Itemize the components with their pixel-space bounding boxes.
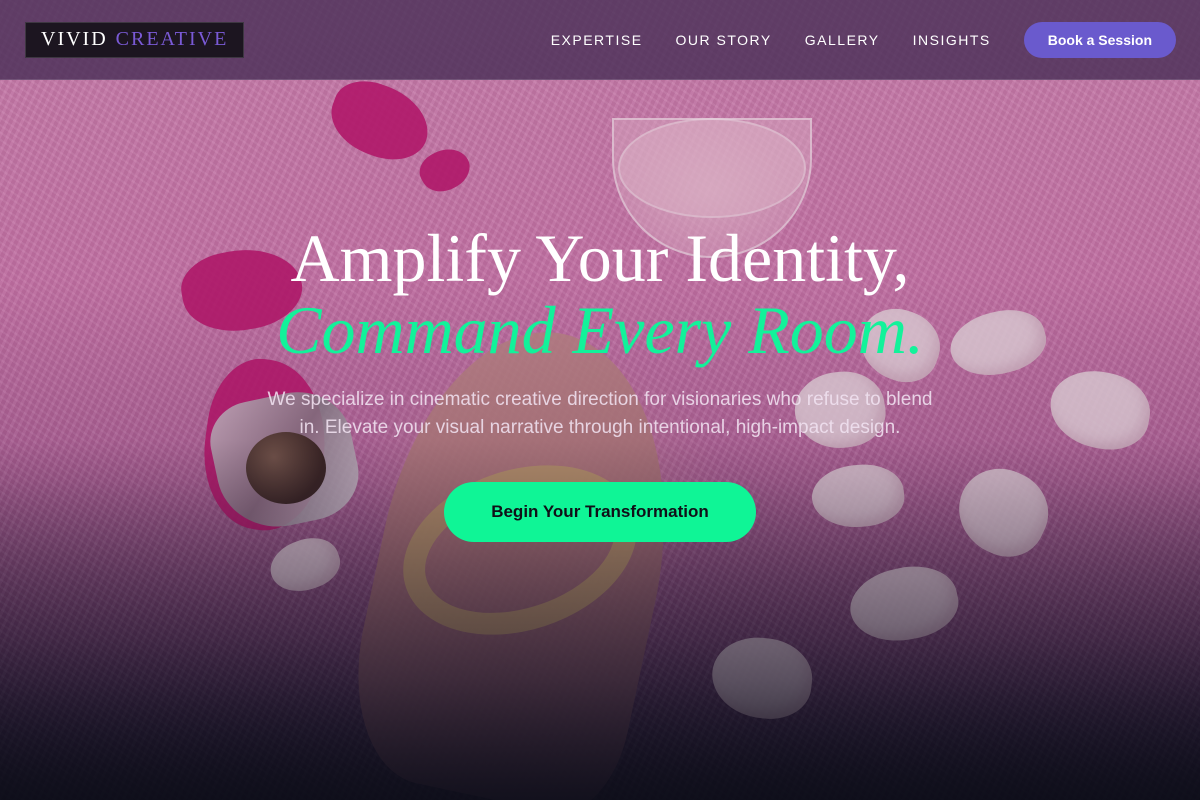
main-nav: EXPERTISE OUR STORY GALLERY INSIGHTS Boo… [551, 21, 1176, 58]
top-navbar: VIVID CREATIVE EXPERTISE OUR STORY GALLE… [0, 0, 1200, 80]
nav-link-gallery[interactable]: GALLERY [805, 32, 880, 48]
nav-link-insights[interactable]: INSIGHTS [913, 32, 991, 48]
begin-transformation-button[interactable]: Begin Your Transformation [444, 482, 756, 542]
nav-link-expertise[interactable]: EXPERTISE [551, 32, 643, 48]
hero-headline-line2: Command Every Room. [276, 292, 924, 368]
brand-name-secondary: CREATIVE [115, 28, 229, 50]
brand-logo[interactable]: VIVID CREATIVE [25, 21, 245, 58]
book-session-button[interactable]: Book a Session [1023, 21, 1176, 58]
hero-subtitle: We specialize in cinematic creative dire… [267, 389, 933, 438]
hero-section: Amplify Your Identity, Command Every Roo… [0, 222, 1200, 542]
brand-name-primary: VIVID [41, 28, 108, 50]
hero-headline-line1: Amplify Your Identity, [290, 220, 910, 296]
hero-headline: Amplify Your Identity, Command Every Roo… [0, 222, 1200, 366]
nav-link-our-story[interactable]: OUR STORY [676, 32, 772, 48]
